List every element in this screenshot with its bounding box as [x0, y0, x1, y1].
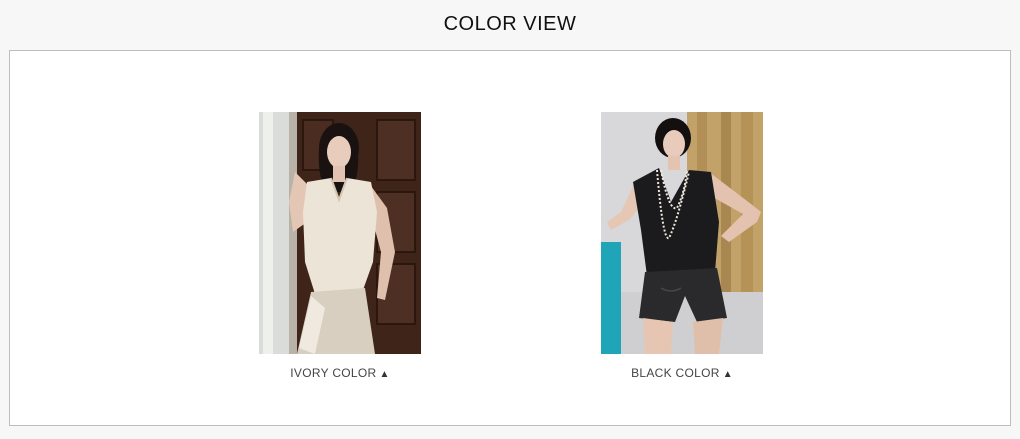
black-product-photo[interactable] — [601, 112, 763, 354]
ivory-color-label[interactable]: IVORY COLOR ▲ — [259, 366, 421, 380]
triangle-up-icon: ▲ — [722, 369, 733, 380]
ivory-product-photo[interactable] — [259, 112, 421, 354]
page-title: COLOR VIEW — [443, 13, 577, 35]
black-color-label[interactable]: BLACK COLOR ▲ — [601, 366, 763, 380]
color-swatch-ivory[interactable]: IVORY COLOR ▲ — [259, 112, 421, 380]
triangle-up-icon: ▲ — [379, 369, 390, 380]
color-swatch-black[interactable]: BLACK COLOR ▲ — [601, 112, 763, 380]
color-view-panel: IVORY COLOR ▲ BLACK COLOR ▲ — [9, 50, 1011, 426]
